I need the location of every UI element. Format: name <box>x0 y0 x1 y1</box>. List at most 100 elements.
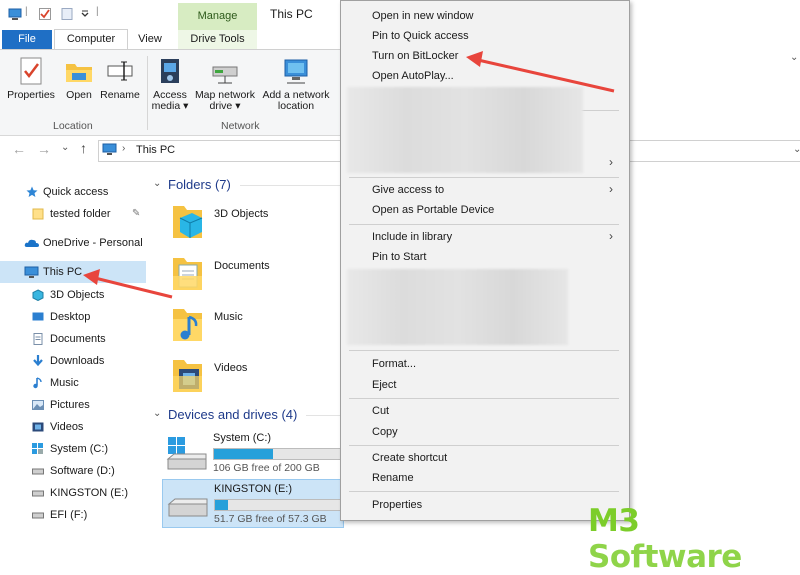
tab-view[interactable]: View <box>130 30 170 49</box>
nav-label: Downloads <box>50 355 105 367</box>
submenu-chevron-icon[interactable]: › <box>609 182 613 196</box>
pin-icon[interactable]: ✎ <box>132 203 140 225</box>
nav-label: 3D Objects <box>50 289 105 301</box>
nav-downloads[interactable]: Downloads <box>0 350 146 372</box>
network-location-icon <box>284 59 308 84</box>
context-menu: Open in new window Pin to Quick access T… <box>340 0 630 521</box>
access-media-button[interactable]: Access media ▾ <box>150 56 190 112</box>
new-folder-icon[interactable] <box>60 7 74 21</box>
map-network-drive-button[interactable]: Map network drive ▾ <box>192 56 258 112</box>
back-arrow-icon[interactable]: ← <box>12 141 26 157</box>
drive-usage-bar <box>213 448 341 460</box>
drives-header[interactable]: Devices and drives (4) <box>168 407 297 422</box>
submenu-chevron-icon[interactable]: › <box>609 229 613 243</box>
menu-properties[interactable]: Properties <box>372 499 422 511</box>
drive-free-space: 51.7 GB free of 57.3 GB <box>214 513 327 525</box>
menu-give-access[interactable]: Give access to <box>372 184 444 196</box>
properties-button[interactable]: Properties <box>6 56 56 101</box>
drive-name: System (C:) <box>213 432 272 444</box>
menu-pin-quick-access[interactable]: Pin to Quick access <box>372 30 469 42</box>
menu-turn-on-bitlocker[interactable]: Turn on BitLocker <box>372 50 458 62</box>
menu-separator <box>349 491 619 492</box>
menu-create-shortcut[interactable]: Create shortcut <box>372 452 447 464</box>
blurred-menu-region <box>347 87 583 173</box>
open-button[interactable]: Open <box>62 56 96 101</box>
folder-icon <box>32 208 44 220</box>
submenu-chevron-icon[interactable]: › <box>609 155 613 169</box>
nav-this-pc[interactable]: This PC <box>0 261 146 283</box>
drive-system-c[interactable]: System (C:) 106 GB free of 200 GB <box>162 429 342 475</box>
collapse-chevron-icon[interactable]: ⌄ <box>153 408 161 419</box>
folder-label: Documents <box>214 260 270 272</box>
menu-cut[interactable]: Cut <box>372 405 389 417</box>
nav-quick-access[interactable]: Quick access <box>0 181 146 203</box>
menu-copy[interactable]: Copy <box>372 426 398 438</box>
menu-open-autoplay[interactable]: Open AutoPlay... <box>372 70 454 82</box>
nav-kingston-e[interactable]: KINGSTON (E:) <box>0 482 146 504</box>
tab-computer[interactable]: Computer <box>54 29 128 50</box>
add-network-location-button[interactable]: Add a network location <box>259 56 333 112</box>
desktop-icon <box>32 312 44 321</box>
nav-videos[interactable]: Videos <box>0 416 146 438</box>
menu-pin-to-start[interactable]: Pin to Start <box>372 251 426 263</box>
address-dropdown-icon[interactable]: ⌄ <box>793 144 800 155</box>
navigation-pane: Quick access tested folder ✎ OneDrive - … <box>0 170 146 541</box>
star-icon <box>26 186 38 197</box>
qa-separator: | <box>25 6 28 17</box>
menu-include-in-library[interactable]: Include in library <box>372 231 452 243</box>
menu-separator <box>349 350 619 351</box>
tab-drive-tools[interactable]: Drive Tools <box>178 30 257 49</box>
recent-dropdown-icon[interactable]: ⌄ <box>61 142 69 153</box>
folder-videos[interactable]: Videos <box>170 354 340 402</box>
menu-format[interactable]: Format... <box>372 358 416 370</box>
chevron-down-icon[interactable] <box>78 7 92 21</box>
usb-drive-icon <box>167 498 208 517</box>
manage-tab[interactable]: Manage <box>178 3 257 30</box>
menu-open-new-window[interactable]: Open in new window <box>372 10 474 22</box>
chevron-down-icon[interactable]: ⌄ <box>790 52 798 63</box>
folder-music[interactable]: Music <box>170 303 340 351</box>
nav-desktop[interactable]: Desktop <box>0 306 146 328</box>
address-path: This PC <box>136 144 176 156</box>
window-title: This PC <box>270 7 313 21</box>
menu-rename[interactable]: Rename <box>372 472 414 484</box>
drive-kingston-e[interactable]: KINGSTON (E:) 51.7 GB free of 57.3 GB <box>162 479 344 528</box>
nav-efi-f[interactable]: EFI (F:) <box>0 504 146 526</box>
nav-software-d[interactable]: Software (D:) <box>0 460 146 482</box>
access-media-icon <box>161 59 179 83</box>
nav-tested-folder[interactable]: tested folder ✎ <box>0 203 146 225</box>
drive-usage-fill <box>215 500 228 510</box>
folder-documents[interactable]: Documents <box>170 252 340 300</box>
menu-open-portable-device[interactable]: Open as Portable Device <box>372 204 494 216</box>
drive-usage-fill <box>214 449 274 459</box>
nav-label: Pictures <box>50 399 90 411</box>
nav-label: Quick access <box>43 186 109 198</box>
tab-file[interactable]: File <box>2 30 52 49</box>
properties-icon <box>20 57 42 85</box>
folders-header[interactable]: Folders (7) <box>168 177 231 192</box>
folder-label: 3D Objects <box>214 208 269 220</box>
menu-separator <box>349 398 619 399</box>
nav-onedrive[interactable]: OneDrive - Personal <box>0 232 146 254</box>
menu-eject[interactable]: Eject <box>372 379 396 391</box>
nav-3d-objects[interactable]: 3D Objects <box>0 284 146 306</box>
computer-icon[interactable] <box>8 7 22 21</box>
breadcrumb-chevron-icon[interactable]: › <box>122 143 125 154</box>
nav-documents[interactable]: Documents <box>0 328 146 350</box>
nav-music[interactable]: Music <box>0 372 146 394</box>
rename-button[interactable]: Rename <box>99 56 141 101</box>
drive-name: KINGSTON (E:) <box>214 483 293 495</box>
forward-arrow-icon[interactable]: → <box>37 141 51 157</box>
folder-3d-objects[interactable]: 3D Objects <box>170 200 340 248</box>
nav-label: Desktop <box>50 311 91 323</box>
nav-pictures[interactable]: Pictures <box>0 394 146 416</box>
windows-drive-icon <box>32 443 43 454</box>
up-arrow-icon[interactable]: ↑ <box>80 140 87 156</box>
film-icon <box>32 422 44 432</box>
group-label-network: Network <box>221 120 260 132</box>
properties-check-icon[interactable] <box>38 7 52 21</box>
nav-system-c[interactable]: System (C:) <box>0 438 146 460</box>
nav-label: Documents <box>50 333 106 345</box>
collapse-chevron-icon[interactable]: ⌄ <box>153 178 161 189</box>
rename-icon <box>107 61 133 81</box>
